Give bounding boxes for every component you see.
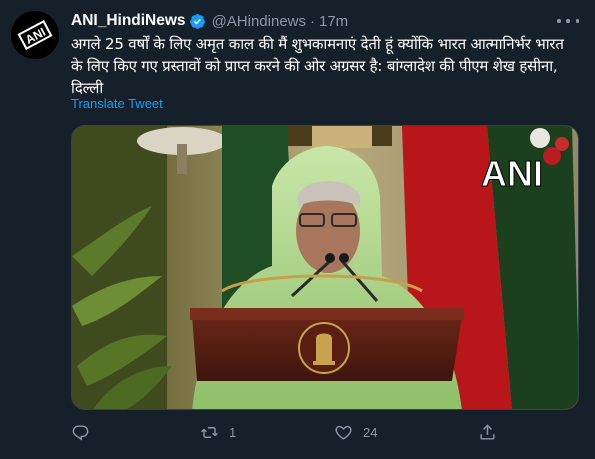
more-dot (566, 19, 570, 23)
tweet-media[interactable]: ANI (71, 125, 579, 410)
more-options-icon[interactable] (557, 12, 579, 30)
retweet-button[interactable]: 1 (200, 418, 236, 446)
verified-badge-icon (189, 13, 205, 29)
more-dot (557, 19, 561, 23)
avatar[interactable]: ANI (11, 11, 59, 59)
translate-tweet-link[interactable]: Translate Tweet (71, 96, 163, 111)
tweet-actions: 1 24 (71, 418, 511, 446)
handle[interactable]: @AHindinews (212, 13, 306, 30)
display-name[interactable]: ANI_HindiNews (71, 12, 186, 30)
media-watermark: ANI (481, 153, 543, 194)
tweet[interactable]: ANI ANI_HindiNews @AHindinews · 17m अगले… (0, 0, 595, 459)
share-icon (480, 423, 495, 440)
reply-button[interactable] (71, 418, 100, 446)
share-button[interactable] (478, 418, 507, 446)
separator-dot: · (310, 12, 315, 30)
tweet-header: ANI_HindiNews @AHindinews · 17m (71, 11, 348, 31)
tweet-text: अगले 25 वर्षों के लिए अमृत काल की मैं शु… (71, 35, 564, 97)
timestamp[interactable]: 17m (319, 13, 348, 30)
like-button[interactable]: 24 (334, 418, 377, 446)
ani-logo: ANI (11, 11, 59, 59)
podium (190, 308, 464, 381)
like-count: 24 (363, 424, 378, 440)
retweet-icon (201, 426, 218, 438)
reply-icon (72, 424, 89, 441)
more-dot (575, 19, 579, 23)
heart-icon (335, 425, 352, 440)
retweet-count: 1 (229, 424, 237, 440)
media-image: ANI (72, 126, 578, 409)
